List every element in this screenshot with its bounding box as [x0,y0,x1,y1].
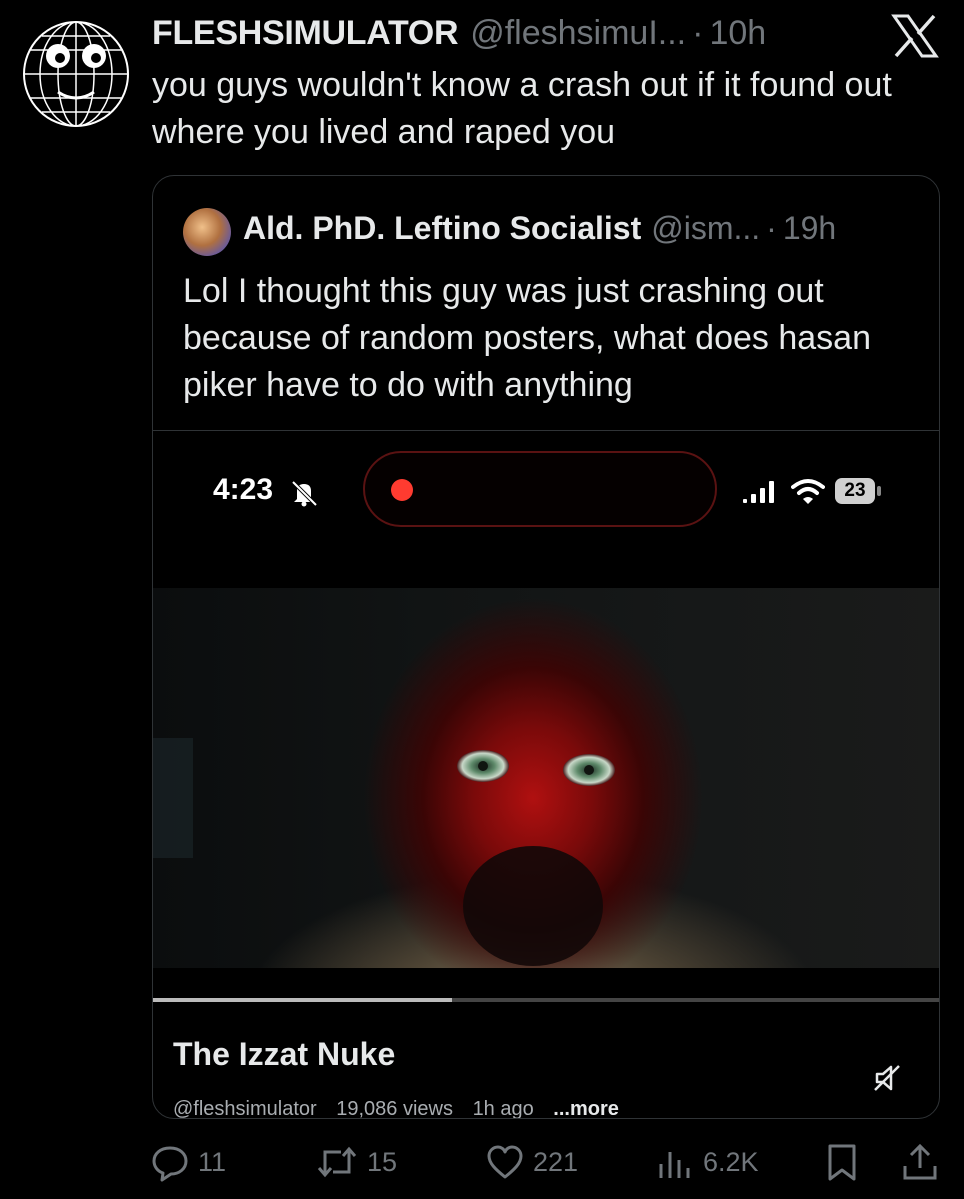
battery-tip [877,486,881,496]
video-channel[interactable]: @fleshsimulator [173,1098,317,1118]
share-button[interactable] [900,1140,940,1184]
reply-button[interactable]: 11 [150,1140,226,1184]
views-button[interactable]: 6.2K [655,1140,759,1184]
repost-button[interactable]: 15 [315,1140,397,1184]
mute-icon[interactable] [871,1062,903,1094]
battery-icon: 23 [835,478,881,504]
quote-user-handle[interactable]: @ism... [651,210,760,247]
bell-slash-icon [289,479,319,507]
views-icon [659,1152,690,1178]
tweet-header: FLESHSIMULATOR @fleshsimuI... · 10h [152,14,766,56]
tweet-time[interactable]: 10h [709,14,766,53]
quote-time[interactable]: 19h [783,210,836,247]
like-count: 221 [533,1146,579,1177]
video-title[interactable]: The Izzat Nuke [173,1036,395,1073]
tweet-text: you guys wouldn't know a crash out if it… [152,66,892,151]
quote-text: Lol I thought this guy was just crashing… [183,272,871,404]
dynamic-island [363,451,717,527]
action-bar: 11 15 221 6.2K [150,1140,950,1184]
signal-icon [741,479,781,505]
quote-display-name[interactable]: Ald. PhD. Leftino Socialist [243,210,641,247]
avatar[interactable] [20,18,132,130]
separator-dot: · [692,14,704,52]
battery-level: 23 [835,478,875,504]
views-count: 6.2K [703,1146,759,1177]
like-button[interactable]: 221 [485,1140,578,1184]
quote-tweet-card[interactable]: Ald. PhD. Leftino Socialist @ism... · 19… [152,175,940,1119]
video-views: 19,086 views [336,1098,453,1119]
video-progress-bar[interactable] [153,998,939,1002]
video-progress-fill [153,998,453,1002]
status-bar-time: 4:23 [213,473,274,506]
video-meta: @fleshsimulator 19,086 views 1h ago ...m… [173,1098,633,1119]
quote-separator-dot: · [766,210,777,246]
more-link[interactable]: ...more [553,1098,619,1118]
reply-icon [152,1146,188,1182]
bookmark-icon [828,1144,856,1181]
video-frame [153,588,939,968]
share-icon [903,1143,937,1180]
bookmark-button[interactable] [822,1140,862,1184]
globe-face-avatar-icon [23,21,129,127]
repost-count: 15 [367,1146,398,1177]
video-player[interactable]: 4:23 23 [153,431,939,999]
display-name[interactable]: FLESHSIMULATOR [152,14,459,53]
video-age: 1h ago [472,1098,534,1119]
user-handle[interactable]: @fleshsimuI... [470,14,686,53]
repost-icon [317,1146,357,1178]
wifi-icon [791,477,825,505]
reply-count: 11 [198,1146,227,1177]
like-icon [487,1145,523,1179]
record-dot-icon [391,479,413,501]
x-logo-icon [890,14,940,58]
quote-avatar[interactable] [183,208,231,256]
quote-header: Ald. PhD. Leftino Socialist @ism... · 19… [243,210,836,247]
